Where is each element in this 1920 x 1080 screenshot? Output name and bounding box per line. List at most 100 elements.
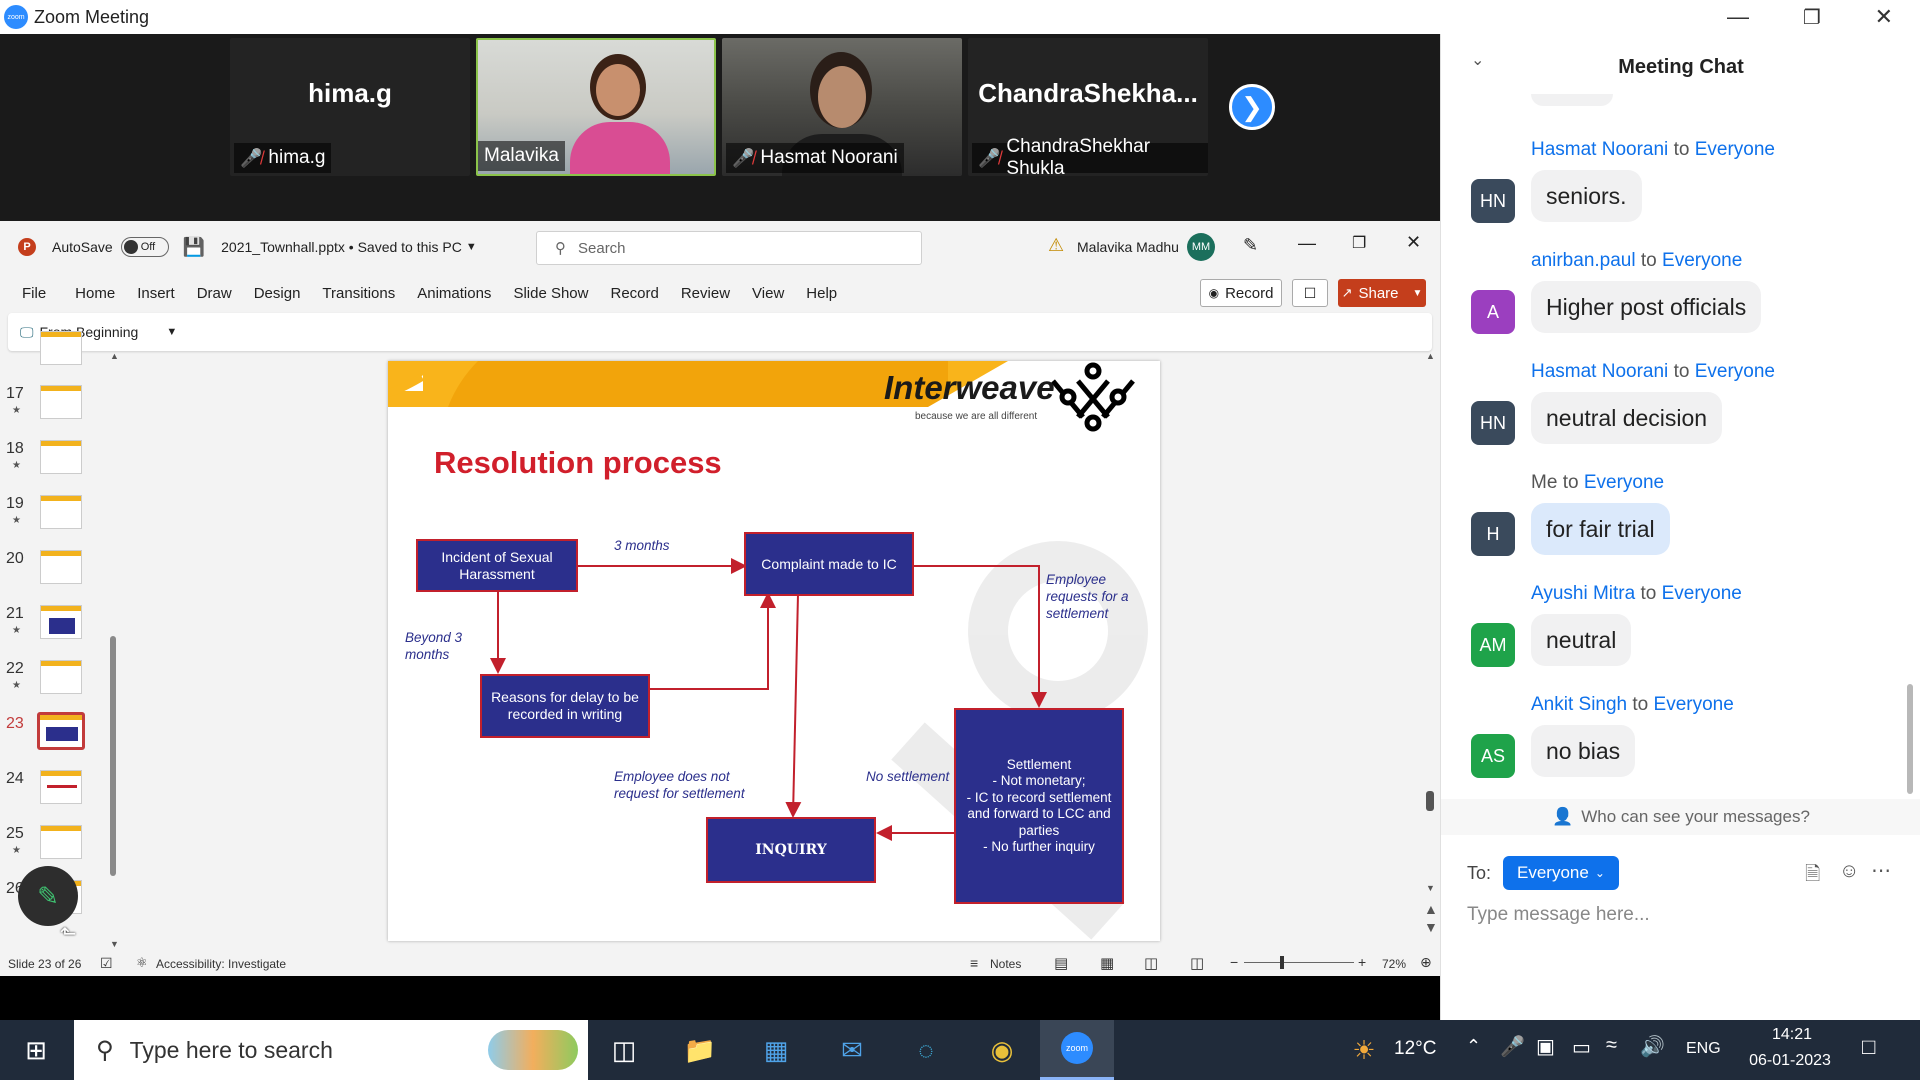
- file-name[interactable]: 2021_Townhall.pptx • Saved to this PC: [221, 239, 462, 255]
- taskbar-search-box[interactable]: ⚲ Type here to search: [74, 1020, 588, 1080]
- ppt-search-box[interactable]: ⚲ Search: [536, 231, 922, 265]
- pen-tool-button[interactable]: ✎: [18, 866, 78, 926]
- chrome-browser-icon[interactable]: ◉: [982, 1030, 1022, 1070]
- slide-thumbnail[interactable]: 25 ★: [0, 821, 120, 873]
- next-page-arrow-icon[interactable]: ❯: [1229, 84, 1275, 130]
- screen-icon[interactable]: ▣: [1536, 1034, 1555, 1059]
- notes-button[interactable]: Notes: [990, 957, 1021, 971]
- zoom-in-icon[interactable]: +: [1358, 954, 1366, 970]
- message-input[interactable]: Type message here...: [1467, 904, 1897, 926]
- windows-start-icon[interactable]: ⊞: [16, 1030, 56, 1070]
- temperature[interactable]: 12°C: [1394, 1038, 1436, 1060]
- main-scrollbar[interactable]: ▲ ▼ ▲ ▼: [1424, 351, 1438, 951]
- notes-icon[interactable]: ≡: [970, 955, 978, 971]
- microphone-icon[interactable]: 🎤: [1500, 1034, 1525, 1059]
- more-icon[interactable]: ⋯: [1871, 858, 1891, 883]
- file-icon[interactable]: 🗎: [1805, 860, 1820, 892]
- microsoft-store-icon[interactable]: ▦: [756, 1030, 796, 1070]
- battery-icon[interactable]: ▭: [1572, 1035, 1591, 1060]
- recipient-dropdown[interactable]: Everyone ⌄: [1503, 856, 1619, 890]
- comments-button[interactable]: ☐: [1292, 279, 1328, 307]
- slide-thumbnail[interactable]: 22 ★: [0, 656, 120, 708]
- spellcheck-icon[interactable]: ☑: [100, 955, 113, 972]
- minimize-icon[interactable]: —: [1298, 233, 1316, 254]
- menu-draw[interactable]: Draw: [197, 285, 232, 302]
- chevron-down-icon[interactable]: ▼: [466, 241, 477, 253]
- mic-muted-icon: 🎤̸: [978, 147, 1001, 168]
- normal-view-icon[interactable]: ▤: [1054, 954, 1068, 972]
- participant-tile[interactable]: hima.g 🎤̸ hima.g: [230, 38, 470, 176]
- close-icon[interactable]: ✕: [1406, 232, 1421, 253]
- menu-transitions[interactable]: Transitions: [322, 285, 395, 302]
- prev-slide-icon[interactable]: ▲: [1424, 901, 1438, 917]
- participant-tile[interactable]: 🎤̸ Hasmat Noorani: [722, 38, 962, 176]
- reading-view-icon[interactable]: ◫: [1144, 954, 1158, 972]
- who-can-see-bar[interactable]: 👤 Who can see your messages?: [1441, 799, 1920, 835]
- slideshow-icon[interactable]: ◫: [1190, 954, 1204, 972]
- user-avatar[interactable]: MM: [1187, 233, 1215, 261]
- participant-tile[interactable]: ChandraShekha... 🎤̸ ChandraShekhar Shukl…: [968, 38, 1208, 176]
- slide-thumbnail[interactable]: [0, 331, 120, 367]
- scroll-thumb[interactable]: [110, 636, 116, 876]
- autosave-label: AutoSave: [52, 239, 113, 255]
- autosave-toggle[interactable]: Off: [120, 237, 169, 257]
- emoji-icon[interactable]: ☺: [1839, 860, 1859, 883]
- slide-sorter-icon[interactable]: ▦: [1100, 954, 1114, 972]
- chevron-down-icon[interactable]: ▼: [166, 326, 177, 338]
- menu-home[interactable]: Home: [75, 285, 115, 302]
- slide-thumbnail[interactable]: 24: [0, 766, 120, 818]
- zoom-title-bar: zoom Zoom Meeting: [0, 0, 1440, 34]
- share-button[interactable]: ↗ Share ▼: [1338, 279, 1426, 307]
- next-slide-icon[interactable]: ▼: [1424, 919, 1438, 935]
- menu-help[interactable]: Help: [806, 285, 837, 302]
- zoom-taskbar-active[interactable]: zoom: [1040, 1020, 1114, 1080]
- participant-tile-active-speaker[interactable]: Malavika: [476, 38, 716, 176]
- zoom-out-icon[interactable]: −: [1230, 954, 1238, 970]
- restore-icon[interactable]: ❐: [1352, 233, 1366, 253]
- close-icon[interactable]: ✕: [1875, 4, 1893, 30]
- accessibility-icon[interactable]: ⚛: [136, 955, 148, 971]
- minimize-icon[interactable]: —: [1727, 4, 1749, 30]
- task-view-icon[interactable]: ◫: [604, 1030, 644, 1070]
- menu-view[interactable]: View: [752, 285, 784, 302]
- file-explorer-icon[interactable]: 📁: [680, 1030, 720, 1070]
- record-button[interactable]: ◉ Record: [1200, 279, 1282, 307]
- slide-thumbnail[interactable]: 17 ★: [0, 381, 120, 433]
- menu-design[interactable]: Design: [254, 285, 301, 302]
- volume-icon[interactable]: 🔊: [1640, 1034, 1665, 1059]
- pen-icon[interactable]: ✎: [1243, 235, 1258, 256]
- wifi-icon[interactable]: ≈: [1606, 1034, 1617, 1057]
- chevron-up-icon[interactable]: ⌃: [1466, 1036, 1481, 1057]
- slide-thumbnail[interactable]: 20: [0, 546, 120, 598]
- language-indicator[interactable]: ENG: [1686, 1040, 1721, 1058]
- zoom-level[interactable]: 72%: [1382, 957, 1406, 971]
- menu-insert[interactable]: Insert: [137, 285, 175, 302]
- menu-slide-show[interactable]: Slide Show: [513, 285, 588, 302]
- warning-icon[interactable]: ⚠: [1048, 235, 1064, 256]
- slide-thumbnail[interactable]: 18 ★: [0, 436, 120, 488]
- fit-to-window-icon[interactable]: ⊕: [1420, 954, 1432, 971]
- weather-icon[interactable]: ☀: [1344, 1030, 1384, 1070]
- save-icon[interactable]: 💾: [183, 237, 205, 258]
- slide-thumbnail[interactable]: 19 ★: [0, 491, 120, 543]
- menu-animations[interactable]: Animations: [417, 285, 491, 302]
- clock-date[interactable]: 06-01-2023: [1738, 1052, 1842, 1070]
- slide-canvas[interactable]: Interweave because we are all different …: [388, 361, 1160, 941]
- mail-icon[interactable]: ✉: [832, 1030, 872, 1070]
- zoom-slider-thumb[interactable]: [1280, 956, 1284, 969]
- slideshow-icon[interactable]: 🖵: [20, 324, 34, 341]
- menu-record[interactable]: Record: [610, 285, 658, 302]
- edge-browser-icon[interactable]: ◌: [906, 1030, 946, 1070]
- zoom-slider[interactable]: [1244, 962, 1354, 963]
- chat-scrollbar[interactable]: [1907, 684, 1913, 794]
- slide-thumbnail[interactable]: 21 ★: [0, 601, 120, 653]
- slide-thumbnail-selected[interactable]: 23: [0, 711, 120, 763]
- restore-icon[interactable]: ❐: [1803, 5, 1821, 30]
- clock-time[interactable]: 14:21: [1762, 1026, 1822, 1044]
- notification-icon[interactable]: □: [1862, 1034, 1875, 1060]
- accessibility-status[interactable]: Accessibility: Investigate: [156, 957, 286, 971]
- thumbnail-scrollbar[interactable]: ▲ ▼: [108, 351, 120, 951]
- user-name[interactable]: Malavika Madhu: [1077, 239, 1179, 255]
- menu-file[interactable]: File: [22, 285, 46, 302]
- menu-review[interactable]: Review: [681, 285, 730, 302]
